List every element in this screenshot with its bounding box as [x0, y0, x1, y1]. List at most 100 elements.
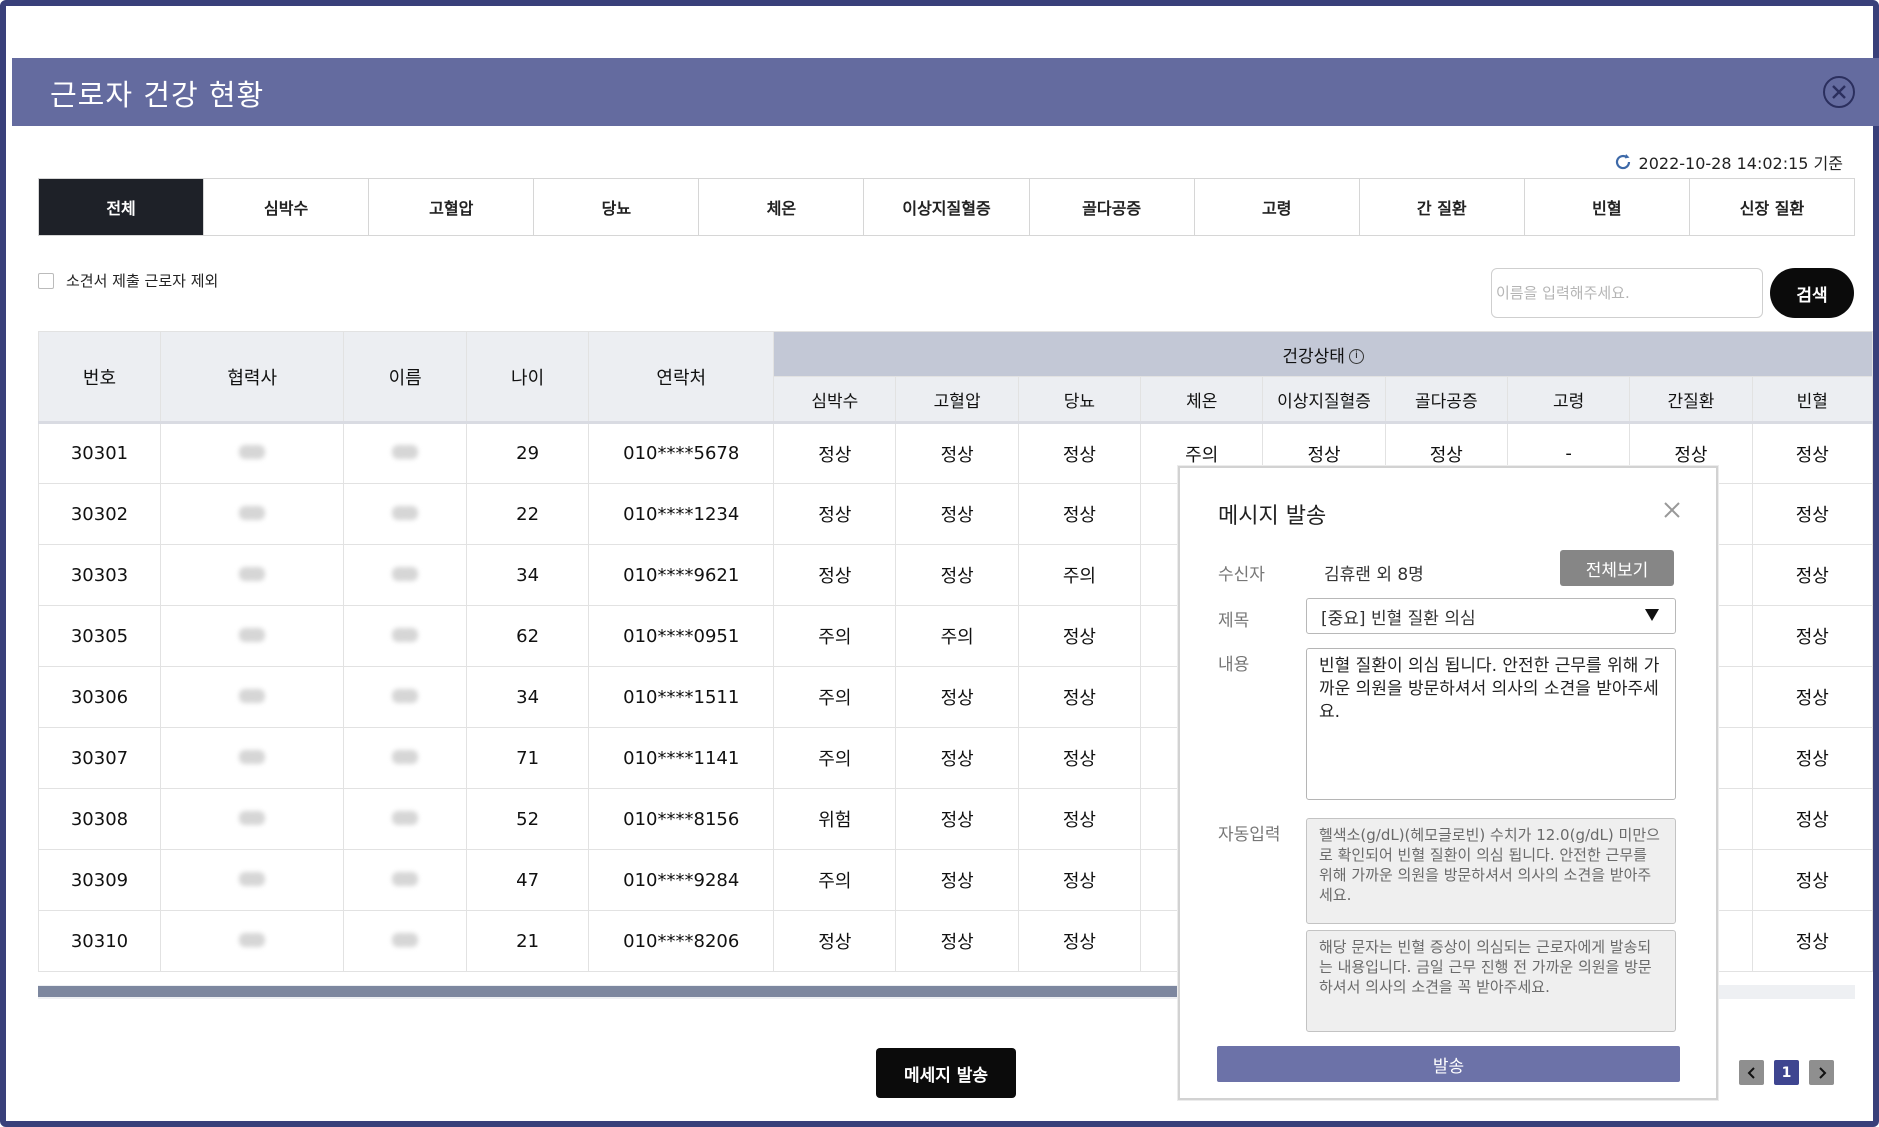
- col-name: 이름: [343, 331, 467, 423]
- cell-partner-blurred: [159, 483, 345, 545]
- subject-select[interactable]: [중요] 빈혈 질환 의심: [1306, 598, 1676, 634]
- cell-age: 34: [465, 666, 590, 728]
- tab-liver[interactable]: 간 질환: [1359, 179, 1525, 235]
- cell-partner-blurred: [159, 788, 345, 850]
- page-number[interactable]: 1: [1774, 1060, 1799, 1085]
- cell-no: 30306: [38, 666, 161, 728]
- cell-age: 62: [465, 605, 590, 667]
- cell-contact: 010****1234: [588, 483, 775, 545]
- cell-name-blurred: [343, 666, 467, 728]
- cell-heart-rate: 주의: [773, 605, 897, 667]
- timestamp-text: 2022-10-28 14:02:15 기준: [1638, 154, 1843, 173]
- subject-label: 제목: [1218, 611, 1250, 631]
- modal-title: 메시지 발송: [1218, 504, 1327, 529]
- info-icon[interactable]: i: [1348, 349, 1364, 364]
- cell-no: 30309: [38, 849, 161, 911]
- tab-hypertension[interactable]: 고혈압: [369, 179, 535, 235]
- cell-no: 30303: [38, 544, 161, 606]
- cell-age: 47: [465, 849, 590, 911]
- window-title: 근로자 건강 현황: [50, 78, 265, 112]
- tab-all[interactable]: 전체: [39, 179, 205, 235]
- tab-heart-rate[interactable]: 심박수: [204, 179, 370, 235]
- cell-heart-rate: 주의: [773, 849, 897, 911]
- cell-anemia: 정상: [1751, 483, 1874, 545]
- cell-heart-rate: 주의: [773, 666, 897, 728]
- dropdown-arrow-icon: [1645, 609, 1659, 621]
- col-contact: 연락처: [588, 331, 775, 423]
- cell-heart-rate: 위험: [773, 788, 897, 850]
- col-osteoporosis: 골다공증: [1384, 376, 1508, 423]
- content-textarea[interactable]: 빈혈 질환이 의심 됩니다. 안전한 근무를 위해 가까운 의원을 방문하셔서 …: [1306, 648, 1676, 800]
- exclude-checkbox[interactable]: [38, 272, 54, 289]
- view-all-button[interactable]: 전체보기: [1560, 550, 1674, 586]
- cell-anemia: 정상: [1751, 666, 1874, 728]
- cell-diabetes: 정상: [1017, 666, 1142, 728]
- tab-dyslipidemia[interactable]: 이상지질혈증: [864, 179, 1030, 235]
- cell-contact: 010****1511: [588, 666, 775, 728]
- cell-diabetes: 주의: [1017, 544, 1142, 606]
- scrollbar-thumb[interactable]: [38, 986, 1188, 997]
- refresh-icon[interactable]: [1613, 152, 1633, 172]
- cell-age: 21: [465, 910, 590, 972]
- content-label: 내용: [1218, 655, 1250, 675]
- close-icon: [1832, 85, 1846, 99]
- cell-diabetes: 정상: [1017, 727, 1142, 789]
- cell-partner-blurred: [159, 544, 345, 606]
- cell-diabetes: 정상: [1017, 605, 1142, 667]
- prev-page-button[interactable]: [1739, 1060, 1764, 1085]
- cell-partner-blurred: [159, 910, 345, 972]
- subject-value: [중요] 빈혈 질환 의심: [1321, 608, 1476, 629]
- cell-hypertension: 정상: [895, 544, 1019, 606]
- cell-no: 30308: [38, 788, 161, 850]
- tab-temperature[interactable]: 체온: [699, 179, 865, 235]
- cell-contact: 010****5678: [588, 421, 775, 484]
- cell-contact: 010****0951: [588, 605, 775, 667]
- cell-hypertension: 정상: [895, 666, 1019, 728]
- col-diabetes: 당뇨: [1017, 376, 1142, 423]
- cell-partner-blurred: [159, 421, 345, 484]
- cell-partner-blurred: [159, 727, 345, 789]
- recipient-value: 김휴랜 외 8명: [1324, 565, 1424, 585]
- close-icon[interactable]: [1662, 500, 1682, 520]
- tab-osteoporosis[interactable]: 골다공증: [1029, 179, 1195, 235]
- cell-hypertension: 정상: [895, 910, 1019, 972]
- exclude-filter[interactable]: 소견서 제출 근로자 제외: [38, 270, 218, 291]
- cell-contact: 010****8206: [588, 910, 775, 972]
- auto-input-text-2: 해당 문자는 빈혈 증상이 의심되는 근로자에게 발송되는 내용입니다. 금일 …: [1306, 930, 1676, 1032]
- cell-no: 30302: [38, 483, 161, 545]
- cell-anemia: 정상: [1751, 421, 1874, 484]
- close-window-button[interactable]: [1823, 76, 1855, 108]
- cell-hypertension: 정상: [895, 421, 1019, 484]
- cell-hypertension: 정상: [895, 727, 1019, 789]
- modal-send-button[interactable]: 발송: [1217, 1046, 1680, 1082]
- tab-anemia[interactable]: 빈혈: [1524, 179, 1690, 235]
- cell-age: 71: [465, 727, 590, 789]
- send-message-button[interactable]: 메세지 발송: [876, 1048, 1016, 1098]
- next-page-button[interactable]: [1809, 1060, 1834, 1085]
- cell-anemia: 정상: [1751, 544, 1874, 606]
- col-temperature: 체온: [1140, 376, 1264, 423]
- auto-input-label: 자동입력: [1218, 825, 1281, 845]
- title-bar: 근로자 건강 현황: [12, 58, 1879, 126]
- cell-diabetes: 정상: [1017, 788, 1142, 850]
- cell-age: 22: [465, 483, 590, 545]
- cell-age: 29: [465, 421, 590, 484]
- cell-heart-rate: 정상: [773, 544, 897, 606]
- tab-kidney[interactable]: 신장 질환: [1689, 179, 1855, 235]
- auto-input-text-1: 헬색소(g/dL)(헤모글로빈) 수치가 12.0(g/dL) 미만으로 확인되…: [1306, 818, 1676, 924]
- col-liver: 간질환: [1629, 376, 1753, 423]
- tab-elderly[interactable]: 고령: [1194, 179, 1360, 235]
- chevron-left-icon: [1747, 1066, 1755, 1079]
- cell-heart-rate: 정상: [773, 910, 897, 972]
- category-tabs: 전체 심박수 고혈압 당뇨 체온 이상지질혈증 골다공증 고령 간 질환 빈혈 …: [38, 178, 1855, 236]
- cell-no: 30310: [38, 910, 161, 972]
- cell-contact: 010****1141: [588, 727, 775, 789]
- search-input[interactable]: [1491, 268, 1763, 318]
- chevron-right-icon: [1818, 1066, 1826, 1079]
- health-status-label: 건강상태: [1282, 346, 1345, 367]
- col-elderly: 고령: [1506, 376, 1631, 423]
- cell-hypertension: 정상: [895, 483, 1019, 545]
- search-button[interactable]: 검색: [1770, 268, 1854, 318]
- tab-diabetes[interactable]: 당뇨: [534, 179, 700, 235]
- col-partner: 협력사: [159, 331, 345, 423]
